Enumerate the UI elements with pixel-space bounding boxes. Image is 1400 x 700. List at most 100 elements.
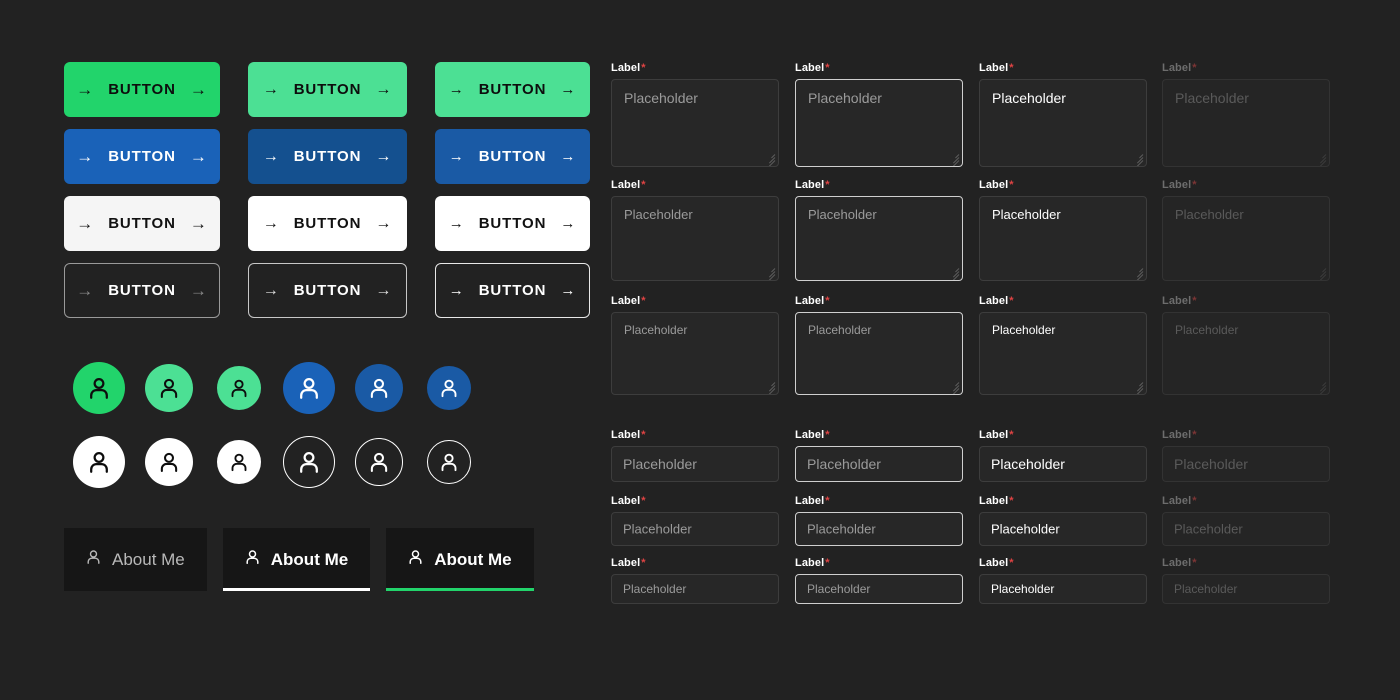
tab-about-me-active-white[interactable]: About Me [222, 528, 371, 591]
text-input-field[interactable]: Placeholder [1162, 574, 1330, 604]
avatar[interactable] [427, 440, 471, 484]
field-label-text: Label [979, 179, 1009, 191]
textarea-field[interactable]: Placeholder [795, 196, 963, 281]
required-asterisk: * [1192, 179, 1197, 191]
button-white-muted[interactable]: → BUTTON → [64, 196, 220, 251]
resize-handle[interactable] [763, 151, 776, 166]
button-blue-mid[interactable]: → BUTTON → [435, 129, 590, 184]
text-input-field[interactable]: Placeholder [795, 512, 963, 546]
textarea-field[interactable]: Placeholder [1162, 196, 1330, 281]
button-green-light-small[interactable]: → BUTTON → [435, 62, 590, 117]
textarea-field[interactable]: Placeholder [1162, 79, 1330, 167]
avatar[interactable] [145, 364, 193, 412]
textarea-field[interactable]: Placeholder [611, 79, 779, 167]
text-input-field[interactable]: Placeholder [979, 512, 1147, 546]
button-row-blue: → BUTTON → → BUTTON → → BUTTON → [64, 129, 590, 184]
resize-handle[interactable] [1131, 151, 1144, 166]
button-green-bright[interactable]: → BUTTON → [64, 62, 220, 117]
textarea-field[interactable]: Placeholder [795, 79, 963, 167]
button-outline-dim[interactable]: → BUTTON → [64, 263, 220, 318]
button-label: BUTTON [478, 282, 547, 299]
text-input-field[interactable]: Placeholder [795, 574, 963, 604]
resize-handle[interactable] [1131, 379, 1144, 394]
button-label: BUTTON [108, 81, 176, 98]
button-label: BUTTON [478, 148, 547, 165]
person-icon [158, 377, 180, 399]
resize-handle[interactable] [947, 151, 960, 166]
button-outline-mid[interactable]: → BUTTON → [248, 263, 407, 318]
arrow-right-icon: → [262, 214, 280, 232]
text-input-field[interactable]: Placeholder [795, 446, 963, 482]
button-green-light[interactable]: → BUTTON → [248, 62, 407, 117]
text-input-field[interactable]: Placeholder [1162, 512, 1330, 546]
person-icon [297, 376, 321, 400]
avatar[interactable] [217, 440, 261, 484]
tab-about-me-inactive[interactable]: About Me [64, 528, 207, 591]
arrow-right-icon: → [76, 280, 95, 300]
field-label: Label* [795, 495, 963, 507]
text-input-field[interactable]: Placeholder [1162, 446, 1330, 482]
tab-about-me-active-green[interactable]: About Me [386, 528, 534, 591]
arrow-right-icon: → [375, 80, 393, 98]
text-input-field[interactable]: Placeholder [611, 574, 779, 604]
textarea-field[interactable]: Placeholder [611, 196, 779, 281]
avatar[interactable] [73, 436, 125, 488]
avatar[interactable] [355, 364, 403, 412]
button-white[interactable]: → BUTTON → [248, 196, 407, 251]
button-outline-bright[interactable]: → BUTTON → [435, 263, 590, 318]
textarea-field[interactable]: Placeholder [979, 312, 1147, 395]
arrow-right-icon: → [76, 146, 95, 166]
field-label-text: Label [1162, 179, 1192, 191]
avatar[interactable] [355, 438, 403, 486]
avatar[interactable] [145, 438, 193, 486]
field-label-text: Label [1162, 557, 1192, 569]
textarea-large-column-focus: Label* Placeholder [795, 62, 963, 167]
text-input-field[interactable]: Placeholder [979, 446, 1147, 482]
placeholder-text: Placeholder [624, 323, 688, 337]
avatar[interactable] [73, 362, 125, 414]
textarea-field[interactable]: Placeholder [1162, 312, 1330, 395]
resize-handle[interactable] [763, 379, 776, 394]
button-blue-bright[interactable]: → BUTTON → [64, 129, 220, 184]
avatar[interactable] [283, 362, 335, 414]
placeholder-text: Placeholder [807, 582, 871, 596]
textarea-field[interactable]: Placeholder [979, 196, 1147, 281]
text-input-field[interactable]: Placeholder [611, 446, 779, 482]
textarea-field[interactable]: Placeholder [979, 79, 1147, 167]
resize-handle[interactable] [1314, 151, 1327, 166]
textarea-large-column-disabled: Label* Placeholder [1162, 62, 1330, 167]
button-blue-dark[interactable]: → BUTTON → [248, 129, 407, 184]
textarea-small-column-disabled: Label* Placeholder [1162, 295, 1330, 395]
arrow-right-icon: → [448, 148, 465, 165]
arrow-right-icon: → [560, 215, 577, 232]
required-asterisk: * [1192, 495, 1197, 507]
required-asterisk: * [1009, 179, 1014, 191]
textarea-field[interactable]: Placeholder [611, 312, 779, 395]
placeholder-text: Placeholder [1174, 582, 1238, 596]
avatar-grid [64, 355, 484, 503]
placeholder-text: Placeholder [623, 521, 692, 537]
resize-handle[interactable] [947, 379, 960, 394]
resize-handle[interactable] [763, 265, 776, 280]
field-label-text: Label [1162, 295, 1192, 307]
button-white-small[interactable]: → BUTTON → [435, 196, 590, 251]
resize-handle[interactable] [947, 265, 960, 280]
required-asterisk: * [825, 295, 830, 307]
field-label: Label* [1162, 295, 1330, 307]
required-asterisk: * [641, 495, 646, 507]
avatar-row-light-and-outline [64, 429, 484, 495]
text-input-field[interactable]: Placeholder [611, 512, 779, 546]
arrow-right-icon: → [189, 213, 208, 233]
resize-handle[interactable] [1314, 379, 1327, 394]
avatar[interactable] [217, 366, 261, 410]
arrow-right-icon: → [76, 213, 95, 233]
placeholder-text: Placeholder [1174, 521, 1243, 537]
text-input-field[interactable]: Placeholder [979, 574, 1147, 604]
required-asterisk: * [1192, 557, 1197, 569]
field-label: Label* [1162, 62, 1330, 74]
avatar[interactable] [283, 436, 335, 488]
resize-handle[interactable] [1131, 265, 1144, 280]
avatar[interactable] [427, 366, 471, 410]
textarea-field[interactable]: Placeholder [795, 312, 963, 395]
resize-handle[interactable] [1314, 265, 1327, 280]
